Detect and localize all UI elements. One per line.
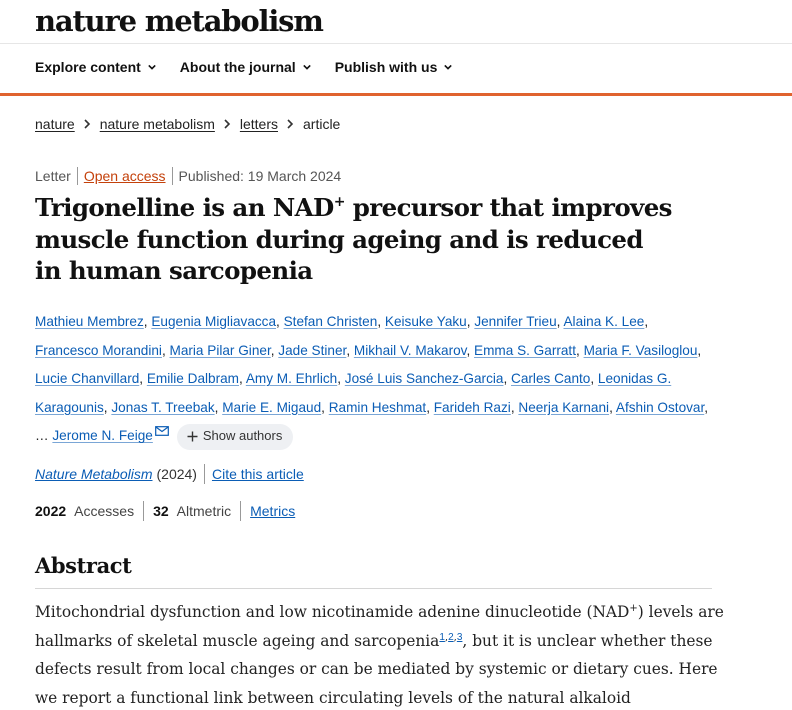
divider bbox=[240, 501, 242, 521]
author-link[interactable]: Farideh Razi bbox=[434, 400, 511, 415]
divider bbox=[143, 501, 145, 521]
author-link[interactable]: José Luis Sanchez-Garcia bbox=[345, 371, 504, 386]
main-nav: Explore content About the journal Publis… bbox=[35, 59, 453, 75]
nav-label: Explore content bbox=[35, 59, 141, 75]
author-link[interactable]: Neerja Karnani bbox=[518, 400, 609, 415]
author-link[interactable]: Amy M. Ehrlich bbox=[246, 371, 337, 386]
chevron-right-icon bbox=[287, 119, 294, 129]
author-link[interactable]: Lucie Chanvillard bbox=[35, 371, 139, 386]
breadcrumb-current: article bbox=[303, 116, 341, 132]
abstract-heading: Abstract bbox=[35, 553, 132, 578]
citation-line: Nature Metabolism (2024) Cite this artic… bbox=[35, 464, 304, 484]
abstract-divider bbox=[35, 588, 712, 589]
author-link[interactable]: Stefan Christen bbox=[284, 314, 378, 329]
show-authors-label: Show authors bbox=[202, 428, 283, 444]
show-authors-button[interactable]: Show authors bbox=[176, 423, 294, 450]
nav-label: Publish with us bbox=[334, 59, 438, 75]
journal-logo[interactable]: nature metabolism bbox=[35, 4, 324, 38]
journal-name-link[interactable]: Nature Metabolism bbox=[35, 466, 153, 482]
chevron-right-icon bbox=[224, 119, 231, 129]
article-title: Trigonelline is an NAD+ precursor that i… bbox=[35, 192, 675, 287]
breadcrumb: nature nature metabolism letters article bbox=[35, 116, 340, 132]
author-link[interactable]: Afshin Ostovar bbox=[616, 400, 704, 415]
author-link[interactable]: Emma S. Garratt bbox=[474, 343, 576, 358]
author-link[interactable]: Marie E. Migaud bbox=[222, 400, 321, 415]
article-metrics: 2022 Accesses 32 Altmetric Metrics bbox=[35, 501, 295, 521]
divider bbox=[76, 167, 78, 185]
author-link[interactable]: Jennifer Trieu bbox=[474, 314, 556, 329]
abstract-part-1: Mitochondrial dysfunction and low nicoti… bbox=[35, 603, 630, 621]
divider bbox=[203, 464, 205, 484]
author-link[interactable]: Carles Canto bbox=[511, 371, 590, 386]
author-list: Mathieu Membrez, Eugenia Migliavacca, St… bbox=[35, 308, 715, 451]
plus-icon bbox=[187, 431, 198, 442]
author-link[interactable]: Jade Stiner bbox=[278, 343, 346, 358]
author-link[interactable]: Emilie Dalbram bbox=[147, 371, 239, 386]
author-link[interactable]: Mathieu Membrez bbox=[35, 314, 144, 329]
nav-explore-content[interactable]: Explore content bbox=[35, 59, 156, 75]
divider bbox=[171, 167, 173, 185]
abstract-text: Mitochondrial dysfunction and low nicoti… bbox=[35, 598, 725, 710]
author-link[interactable]: Ramin Heshmat bbox=[329, 400, 426, 415]
author-link[interactable]: Keisuke Yaku bbox=[385, 314, 467, 329]
title-superscript: + bbox=[333, 194, 346, 210]
breadcrumb-letters[interactable]: letters bbox=[240, 116, 278, 132]
chevron-down-icon bbox=[302, 64, 311, 70]
author-link[interactable]: Maria F. Vasiloglou bbox=[584, 343, 698, 358]
header-divider bbox=[0, 43, 792, 44]
reference-link[interactable]: 1 bbox=[439, 632, 445, 643]
reference-link[interactable]: 2 bbox=[448, 632, 454, 643]
chevron-down-icon bbox=[444, 64, 453, 70]
cite-article-link[interactable]: Cite this article bbox=[212, 466, 304, 482]
open-access-link[interactable]: Open access bbox=[84, 168, 166, 184]
nav-label: About the journal bbox=[179, 59, 296, 75]
author-link[interactable]: Mikhail V. Makarov bbox=[354, 343, 467, 358]
breadcrumb-nature[interactable]: nature bbox=[35, 116, 75, 132]
author-link[interactable]: Maria Pilar Giner bbox=[170, 343, 271, 358]
author-link[interactable]: Alaina K. Lee bbox=[563, 314, 644, 329]
article-meta: Letter Open access Published: 19 March 2… bbox=[35, 167, 341, 185]
authors-ellipsis: … bbox=[35, 428, 49, 444]
abstract-superscript: + bbox=[629, 603, 638, 614]
journal-year: (2024) bbox=[156, 466, 197, 482]
article-type: Letter bbox=[35, 168, 71, 184]
breadcrumb-nature-metabolism[interactable]: nature metabolism bbox=[100, 116, 215, 132]
author-link[interactable]: Jonas T. Treebak bbox=[111, 400, 214, 415]
mail-icon[interactable] bbox=[154, 426, 169, 437]
chevron-right-icon bbox=[84, 119, 90, 129]
accesses-label: Accesses bbox=[74, 503, 135, 519]
metrics-link[interactable]: Metrics bbox=[250, 503, 295, 519]
author-link[interactable]: Jerome N. Feige bbox=[52, 428, 152, 443]
accent-bar bbox=[0, 93, 792, 96]
accesses-count: 2022 bbox=[35, 503, 67, 519]
altmetric-label: Altmetric bbox=[176, 503, 232, 519]
title-part-1: Trigonelline is an NAD bbox=[35, 193, 334, 222]
altmetric-score: 32 bbox=[153, 503, 169, 519]
nav-publish-with-us[interactable]: Publish with us bbox=[335, 59, 453, 75]
nav-about-journal[interactable]: About the journal bbox=[180, 59, 311, 75]
author-link[interactable]: Eugenia Migliavacca bbox=[151, 314, 276, 329]
chevron-down-icon bbox=[148, 64, 156, 70]
published-date: Published: 19 March 2024 bbox=[178, 168, 342, 184]
author-link[interactable]: Francesco Morandini bbox=[35, 343, 162, 358]
